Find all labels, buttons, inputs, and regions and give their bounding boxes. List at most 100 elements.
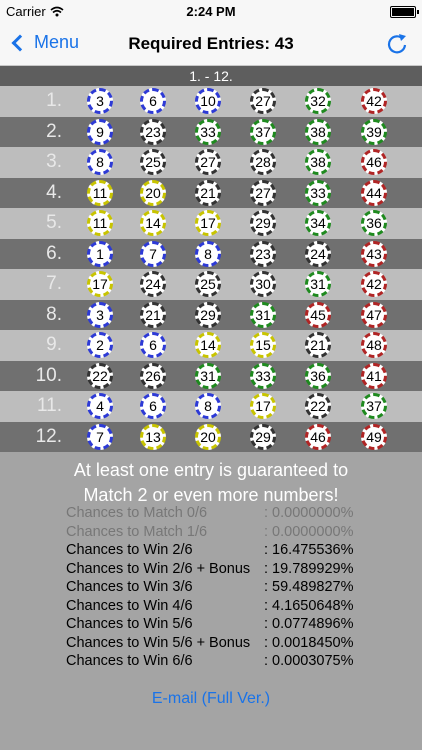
- entry-row: 1. 3 6 10 27 32 42: [0, 86, 422, 117]
- entry-row: 10. 22 26 31 33 36 41: [0, 360, 422, 391]
- chance-value: : 19.789929%: [264, 560, 354, 577]
- lottery-ball: 36: [305, 362, 331, 389]
- lottery-ball: 34: [305, 210, 331, 236]
- chance-row: Chances to Win 5/6 : 0.0774896%: [66, 616, 386, 635]
- lottery-ball: 14: [195, 332, 221, 358]
- chances-list: Chances to Match 0/6: 0.0000000% Chances …: [66, 505, 386, 672]
- lottery-ball: 42: [361, 271, 387, 297]
- entry-row: 5. 11 14 17 29 34 36: [0, 208, 422, 239]
- lottery-ball: 24: [305, 240, 331, 267]
- lottery-ball: 29: [195, 301, 221, 328]
- chance-value: : 0.0018450%: [264, 634, 354, 651]
- lottery-ball: 38: [305, 149, 331, 175]
- lottery-ball: 42: [361, 88, 387, 114]
- lottery-ball: 46: [305, 423, 331, 450]
- lottery-ball: 17: [250, 393, 276, 419]
- chance-label: Chances to Win 2/6: [66, 542, 193, 558]
- lottery-ball: 37: [250, 118, 276, 145]
- lottery-ball: 10: [195, 88, 221, 114]
- chance-label: Chances to Win 5/6 + Bonus: [66, 634, 251, 651]
- lottery-ball: 8: [87, 149, 113, 175]
- entries-table: 1. 3 6 10 27 32 42 2. 9 23 33 37 38 39 3. 8 25 27 28 38 46 4.…: [0, 86, 422, 452]
- lottery-ball: 20: [140, 179, 166, 206]
- lottery-ball: 4: [87, 393, 113, 419]
- entry-number: 9.: [46, 334, 62, 355]
- entry-row: 11. 4 6 8 17 22 37: [0, 391, 422, 422]
- chance-row: Chances to Win 3/6: 59.489827%: [66, 579, 386, 598]
- lottery-ball: 32: [305, 88, 331, 114]
- chance-value: : 0.0000000%: [264, 505, 354, 521]
- lottery-ball: 29: [250, 423, 276, 450]
- lottery-ball: 21: [140, 301, 166, 328]
- lottery-ball: 27: [250, 179, 276, 206]
- lottery-ball: 33: [195, 118, 221, 145]
- chance-label: Chances to Win 6/6: [66, 653, 193, 669]
- entry-number: 5.: [46, 212, 62, 233]
- lottery-ball: 45: [305, 301, 331, 328]
- lottery-ball: 6: [140, 332, 166, 358]
- lottery-ball: 17: [87, 271, 113, 297]
- entry-number: 1.: [46, 90, 62, 111]
- lottery-ball: 3: [87, 88, 113, 114]
- entry-row: 12. 7 13 20 29 46 49: [0, 421, 422, 452]
- chance-row: Chances to Win 2/6 + Bonus : 19.789929%: [66, 561, 386, 580]
- entry-number: 7.: [46, 273, 62, 294]
- lottery-ball: 47: [361, 301, 387, 328]
- entry-row: 3. 8 25 27 28 38 46: [0, 147, 422, 178]
- lottery-ball: 21: [195, 179, 221, 206]
- lottery-ball: 27: [195, 149, 221, 175]
- lottery-ball: 38: [305, 118, 331, 145]
- entry-number: 12.: [35, 425, 62, 447]
- entry-row: 2. 9 23 33 37 38 39: [0, 116, 422, 147]
- lottery-ball: 36: [361, 210, 387, 236]
- email-full-version-link[interactable]: E-mail (Full Ver.): [0, 690, 422, 708]
- section-header: 1. - 12.: [0, 66, 422, 86]
- chance-row: Chances to Match 0/6: 0.0000000%: [66, 505, 386, 524]
- lottery-ball: 22: [305, 393, 331, 419]
- chance-label: Chances to Win 2/6 + Bonus: [66, 560, 251, 577]
- lottery-ball: 39: [361, 118, 387, 145]
- chance-row: Chances to Win 5/6 + Bonus : 0.0018450%: [66, 635, 386, 654]
- lottery-ball: 43: [361, 240, 387, 267]
- lottery-ball: 14: [140, 210, 166, 236]
- lottery-ball: 49: [361, 423, 387, 450]
- lottery-ball: 6: [140, 88, 166, 114]
- lottery-ball: 26: [140, 362, 166, 389]
- lottery-ball: 37: [361, 393, 387, 419]
- chance-label: Chances to Win 3/6: [66, 579, 193, 595]
- chance-label: Chances to Win 4/6: [66, 597, 193, 614]
- lottery-ball: 24: [140, 271, 166, 297]
- lottery-ball: 9: [87, 118, 113, 145]
- refresh-icon[interactable]: [386, 32, 408, 54]
- lottery-ball: 31: [250, 301, 276, 328]
- lottery-ball: 8: [195, 240, 221, 267]
- lottery-ball: 13: [140, 423, 166, 450]
- chance-value: : 0.0774896%: [264, 616, 354, 632]
- entry-number: 3.: [46, 151, 62, 172]
- status-time: 2:24 PM: [186, 4, 236, 19]
- guarantee-line-1: At least one entry is guaranteed to: [73, 460, 349, 480]
- lottery-ball: 23: [250, 240, 276, 267]
- chance-label: Chances to Win 5/6: [66, 616, 193, 632]
- lottery-ball: 31: [195, 362, 221, 389]
- chance-row: Chances to Match 1/6: 0.0000000%: [66, 524, 386, 543]
- lottery-ball: 3: [87, 301, 113, 328]
- lottery-ball: 11: [87, 210, 113, 236]
- lottery-ball: 15: [250, 332, 276, 358]
- lottery-ball: 31: [305, 271, 331, 297]
- lottery-ball: 2: [87, 332, 113, 358]
- lottery-ball: 1: [87, 240, 113, 267]
- lottery-ball: 44: [361, 179, 387, 206]
- lottery-ball: 46: [361, 149, 387, 175]
- chance-row: Chances to Win 2/6: 16.475536%: [66, 542, 386, 561]
- lottery-ball: 7: [140, 240, 166, 267]
- lottery-ball: 25: [195, 271, 221, 297]
- chance-value: : 0.0000000%: [264, 523, 354, 540]
- lottery-ball: 22: [87, 362, 113, 389]
- lottery-ball: 7: [87, 423, 113, 450]
- lottery-ball: 21: [305, 332, 331, 358]
- chance-row: Chances to Win 4/6: 4.1650648%: [66, 598, 386, 617]
- lottery-ball: 8: [195, 393, 221, 419]
- entry-row: 7. 17 24 25 30 31 42: [0, 269, 422, 300]
- lottery-ball: 6: [140, 393, 166, 419]
